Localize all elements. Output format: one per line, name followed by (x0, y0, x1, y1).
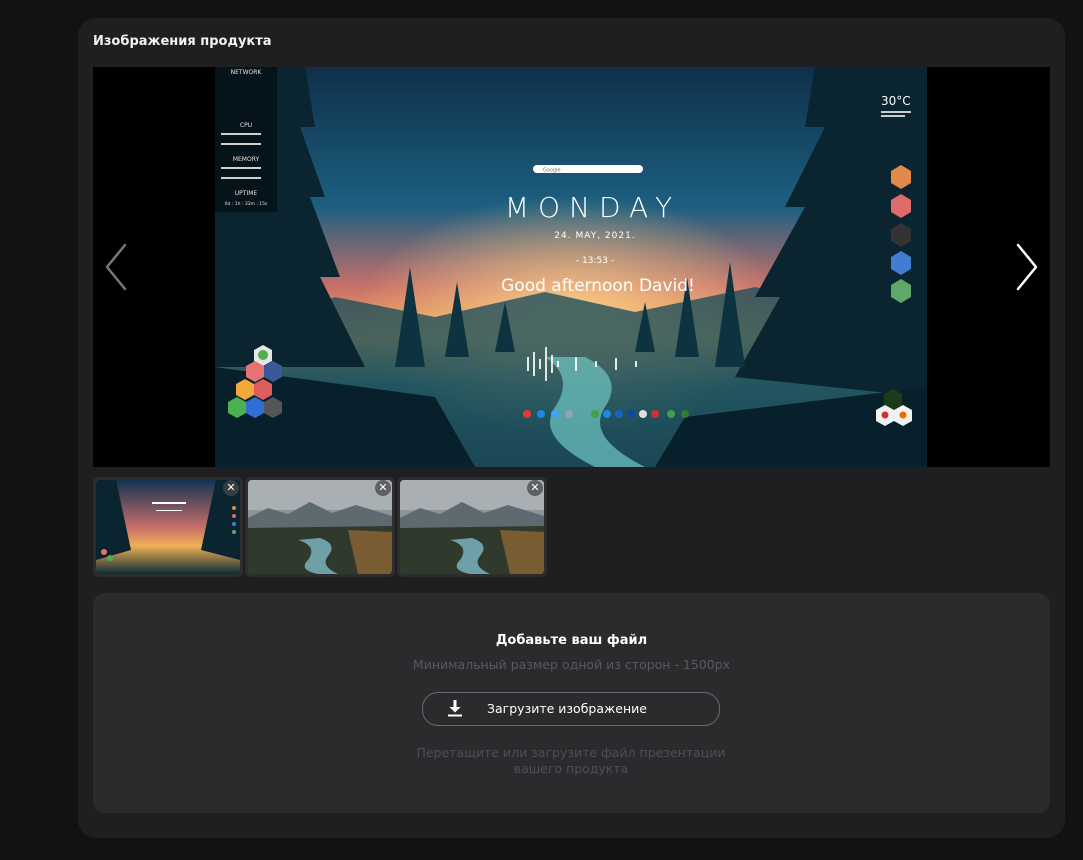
close-icon: ✕ (530, 481, 540, 494)
chevron-left-icon (105, 243, 127, 291)
close-icon: ✕ (378, 481, 388, 494)
remove-thumbnail-3-button[interactable]: ✕ (527, 480, 543, 496)
thumbnail-image (248, 480, 392, 574)
wallpaper-temperature: 30°C (881, 94, 911, 108)
prev-image-button[interactable] (101, 242, 131, 296)
widget-uptime-label: UPTIME (235, 190, 258, 197)
remove-thumbnail-2-button[interactable]: ✕ (375, 480, 391, 496)
upload-button-label: Загрузите изображение (487, 701, 647, 716)
upload-hint: Перетащите или загрузите файл презентаци… (416, 745, 726, 776)
product-images-panel: Изображения продукта NETWORK CPU MEMORY … (78, 18, 1065, 838)
thumbnail-2[interactable]: ✕ (245, 477, 395, 577)
upload-title: Добавьте ваш файл (495, 633, 648, 648)
main-image: NETWORK CPU MEMORY UPTIME 0d : 1h : 33m … (215, 67, 927, 467)
wallpaper-day: MONDAY (505, 191, 681, 224)
thumbnail-image (400, 480, 544, 574)
upload-dropzone[interactable]: Добавьте ваш файл Минимальный размер одн… (93, 593, 1050, 813)
thumbnail-1[interactable]: ✕ (93, 477, 243, 577)
close-icon: ✕ (226, 481, 236, 494)
upload-subtitle: Минимальный размер одной из сторон - 150… (412, 657, 731, 672)
panel-title: Изображения продукта (93, 34, 272, 49)
thumbnail-image (96, 480, 240, 574)
widget-cpu-label: CPU (240, 122, 252, 129)
wallpaper-time: - 13:53 - (576, 256, 614, 266)
remove-thumbnail-1-button[interactable]: ✕ (223, 480, 239, 496)
widget-memory-label: MEMORY (233, 156, 260, 163)
image-viewer: NETWORK CPU MEMORY UPTIME 0d : 1h : 33m … (93, 67, 1050, 467)
next-image-button[interactable] (1012, 242, 1042, 296)
download-icon (448, 700, 462, 717)
upload-image-button[interactable]: Загрузите изображение (422, 692, 720, 726)
wallpaper-search-placeholder: Google (543, 168, 561, 174)
widget-uptime-value: 0d : 1h : 33m : 15s (225, 201, 268, 207)
wallpaper-date: 24. MAY, 2021. (554, 231, 635, 241)
widget-network-label: NETWORK (231, 69, 263, 76)
thumbnail-3[interactable]: ✕ (397, 477, 547, 577)
wallpaper-greeting: Good afternoon David! (501, 276, 695, 296)
chevron-right-icon (1016, 243, 1038, 291)
